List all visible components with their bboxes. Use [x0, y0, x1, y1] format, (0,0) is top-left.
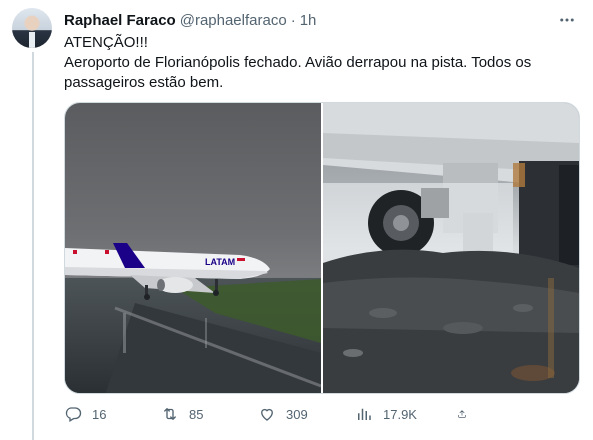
- like-count: 309: [286, 406, 308, 422]
- retweet-icon: [164, 408, 176, 420]
- landing-gear-scene: [323, 103, 579, 393]
- like-button[interactable]: 309: [258, 405, 355, 423]
- reply-count: 16: [92, 406, 107, 422]
- share-icon: [458, 410, 466, 418]
- views-count: 17.9K: [383, 406, 417, 422]
- reply-icon: [65, 407, 82, 422]
- views-button[interactable]: 17.9K: [355, 405, 457, 423]
- reply-button[interactable]: 16: [64, 405, 161, 423]
- author-handle[interactable]: @raphaelfaraco: [180, 12, 287, 29]
- views-icon: [358, 408, 371, 420]
- retweet-count: 85: [189, 406, 204, 422]
- tweet-text-line2: Aeroporto de Florianópolis fechado. Aviã…: [64, 54, 532, 91]
- airplane-scene: LATAM: [65, 243, 321, 393]
- author-name[interactable]: Raphael Faraco: [64, 12, 176, 29]
- tweet-text: ATENÇÃO!!! Aeroporto de Florianópolis fe…: [64, 33, 574, 93]
- avatar[interactable]: [12, 8, 52, 48]
- heart-icon: [261, 408, 273, 421]
- share-button[interactable]: [457, 405, 477, 423]
- photo-landing-gear[interactable]: [323, 103, 579, 393]
- tweet-text-line1: ATENÇÃO!!!: [64, 34, 148, 51]
- more-icon[interactable]: [557, 10, 577, 30]
- latam-logo: LATAM: [205, 257, 235, 267]
- retweet-button[interactable]: 85: [161, 405, 258, 423]
- separator-dot: ·: [290, 11, 296, 29]
- tweet-header: Raphael Faraco @raphaelfaraco · 1h: [64, 10, 583, 30]
- action-bar: 16 85 309 17.9K: [64, 402, 494, 426]
- photo-airplane[interactable]: LATAM: [65, 103, 321, 393]
- thread-line: [32, 52, 34, 440]
- tweet-time[interactable]: 1h: [300, 12, 317, 29]
- media-grid: LATAM: [64, 102, 580, 394]
